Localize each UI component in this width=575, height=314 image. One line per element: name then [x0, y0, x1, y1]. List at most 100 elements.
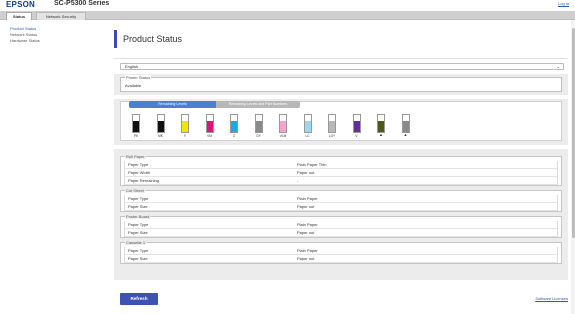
ink-cartridge: VM: [205, 114, 215, 138]
brand-logo: EPSON: [6, 0, 36, 9]
ink-level-fill: [255, 120, 262, 132]
ink-cartridge-label: MK: [158, 134, 163, 138]
page-title-block: Product Status: [114, 30, 568, 48]
row-value: Plain Paper Thin: [297, 162, 327, 167]
ink-level-fill: [402, 120, 409, 132]
top-bar: EPSON SC-P5300 Series Log in: [0, 0, 575, 11]
ink-cartridge-label: C: [232, 134, 236, 138]
ink-level-bar: [401, 114, 410, 133]
ink-cartridge: VLM: [278, 114, 288, 138]
ink-level-bar: [205, 114, 214, 133]
row-value: Paper out: [297, 204, 315, 209]
sidebar-item-hardware-status[interactable]: Hardware Status: [10, 38, 100, 44]
ink-level-bar: [303, 114, 312, 133]
ink-cartridge-label: PK: [133, 134, 139, 138]
ink-level-bar: [377, 114, 385, 133]
ink-level-fill: [329, 120, 335, 132]
ink-level-fill: [157, 120, 164, 132]
tab-remaining-levels-part-numbers[interactable]: Remaining Levels and Part Numbers: [216, 101, 300, 108]
language-select[interactable]: English ⌄: [120, 63, 564, 70]
divider: [114, 58, 568, 59]
warning-icon: ▲: [379, 132, 383, 137]
ink-cartridge: LC: [303, 114, 313, 138]
ink-cartridge: Y: [180, 114, 190, 138]
page-title: Product Status: [123, 34, 183, 44]
row-key: Paper Width: [128, 170, 151, 175]
row-value: Paper out: [297, 170, 315, 175]
paper-source-legend: Poster Board: [125, 214, 151, 219]
ink-level-bar: [230, 114, 238, 133]
paper-source-group: Cut Sheet Paper Type Plain Paper Paper Size…: [120, 188, 562, 212]
software-licenses-link[interactable]: Software Licenses: [535, 296, 568, 301]
ink-cartridge-label: LGY: [328, 134, 336, 138]
table-row: Paper Type Plain Paper Thin: [124, 161, 558, 169]
ink-levels-box: Remaining Levels Remaining Levels and Pa…: [120, 101, 562, 141]
ink-cartridge-label: Y: [183, 134, 187, 138]
tab-network-security[interactable]: Network Security: [36, 12, 86, 20]
ink-cartridge: LGY: [327, 114, 337, 138]
paper-source-legend: Cut Sheet: [125, 188, 145, 193]
ink-cartridge: MK: [156, 114, 166, 138]
ink-level-bar: [132, 114, 140, 133]
ink-levels-panel: Remaining Levels Remaining Levels and Pa…: [114, 99, 568, 145]
ink-cartridge: V: [352, 114, 362, 138]
row-value: Plain Paper: [297, 196, 318, 201]
row-value: Paper out: [297, 230, 315, 235]
row-value: Plain Paper: [297, 222, 318, 227]
row-key: Paper Size: [128, 256, 148, 261]
row-key: Paper Type: [128, 162, 149, 167]
paper-source-legend: Roll Paper: [125, 154, 146, 159]
ink-cartridge: GY: [254, 114, 264, 138]
row-key: Paper Type: [128, 248, 149, 253]
chevron-down-icon: ⌄: [556, 64, 560, 69]
row-key: Paper Size: [128, 230, 148, 235]
ink-level-fill: [231, 120, 237, 132]
paper-settings-panel: Roll Paper Paper Type Plain Paper Thin Pape…: [114, 149, 568, 280]
paper-source-group: Poster Board Paper Type Plain Paper Paper S…: [120, 214, 562, 238]
ink-level-fill: [182, 120, 188, 132]
refresh-button[interactable]: Refresh: [120, 293, 158, 305]
ink-cartridge-label: V: [355, 134, 358, 138]
language-value: English: [125, 64, 139, 69]
table-row: Paper Type Plain Paper: [124, 221, 558, 229]
sidebar: Product Status Network Status Hardware S…: [10, 26, 100, 44]
ink-cartridge: C: [229, 114, 239, 138]
row-value: -: [297, 178, 299, 183]
tab-status[interactable]: Status: [6, 12, 32, 20]
tab-remaining-levels[interactable]: Remaining Levels: [129, 101, 216, 108]
ink-level-bar: [352, 114, 361, 133]
ink-level-bar: [156, 114, 165, 133]
ink-cartridge-label: VLM: [279, 134, 287, 138]
printer-status-panel: Printer Status Available: [114, 74, 568, 95]
table-row: Paper Size Paper out: [124, 229, 558, 237]
ink-cartridge-label: LC: [305, 134, 310, 138]
printer-status-legend: Printer Status: [125, 75, 152, 80]
table-row: Paper Type Plain Paper: [124, 195, 558, 203]
ink-cartridge: ▲: [376, 114, 386, 137]
ink-level-bar: [254, 114, 263, 133]
ink-cartridge: ▲: [401, 114, 411, 137]
model-name: SC-P5300 Series: [54, 0, 110, 7]
tab-bar: Status Network Security: [0, 11, 575, 20]
ink-level-fill: [378, 120, 384, 132]
ink-level-fill: [206, 120, 213, 132]
ink-level-fill: [353, 120, 360, 132]
row-value: Paper out: [297, 256, 315, 261]
login-link[interactable]: Log in: [558, 1, 569, 6]
ink-level-fill: [304, 120, 311, 132]
ink-level-fill: [280, 120, 286, 132]
warning-icon: ▲: [403, 132, 408, 137]
ink-cartridge-label: VM: [207, 134, 212, 138]
table-row: Paper Type Plain Paper: [124, 247, 558, 255]
ink-level-bar: [181, 114, 189, 133]
paper-source-group: Roll Paper Paper Type Plain Paper Thin Pape…: [120, 154, 562, 186]
table-row: Paper Width Paper out: [124, 169, 558, 177]
ink-cartridge: PK: [131, 114, 141, 138]
row-key: Paper Remaining: [128, 178, 159, 183]
ink-level-fill: [133, 120, 139, 132]
ink-level-bar: [328, 114, 336, 133]
ink-cartridge-label: GY: [256, 134, 261, 138]
row-key: Paper Size: [128, 204, 148, 209]
row-key: Paper Type: [128, 222, 149, 227]
row-value: Plain Paper: [297, 248, 318, 253]
